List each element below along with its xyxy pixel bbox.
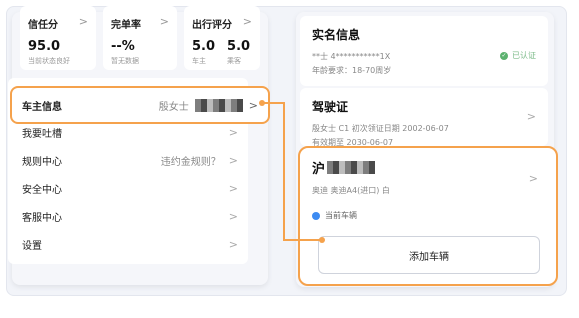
chevron-right-icon: > xyxy=(228,125,238,139)
chevron-right-icon: > xyxy=(528,172,538,185)
menu-item-customer-service[interactable]: 客服中心 > xyxy=(8,202,248,230)
trust-score-sub: 当前状态良好 xyxy=(28,57,70,65)
current-vehicle-tag: 当前车辆 xyxy=(312,210,544,221)
chevron-right-icon: > xyxy=(248,98,258,112)
passenger-rating-value: 5.0 xyxy=(227,39,251,54)
menu-item-safety[interactable]: 安全中心 > xyxy=(8,174,248,202)
redacted-name-block xyxy=(194,98,243,112)
menu-item-label: 安全中心 xyxy=(22,184,62,196)
owner-rating-value: 5.0 xyxy=(192,39,216,54)
completion-rate-value: --% xyxy=(111,39,135,54)
menu-item-label: 我要吐槽 xyxy=(22,128,62,140)
check-circle-icon: ✓ xyxy=(500,51,508,60)
owner-info-row[interactable]: 车主信息 殷女士 > xyxy=(10,86,270,124)
chevron-right-icon: > xyxy=(526,110,536,123)
vehicle-card[interactable]: 沪 > 奥迪 奥迪A4(进口) 白 当前车辆 添加车辆 xyxy=(298,146,558,286)
chevron-right-icon: > xyxy=(228,181,238,195)
completion-rate-sub: 暂无数据 xyxy=(111,57,139,65)
current-dot-icon xyxy=(312,211,320,220)
identity-card[interactable]: 实名信息 **士 4***********1X 年龄要求：18-70周岁 ✓ 已… xyxy=(300,16,548,86)
license-line1: 殷女士 C1 初次领证日期 2002-06-07 xyxy=(312,124,449,133)
menu-item-label: 规则中心 xyxy=(22,156,62,168)
chevron-right-icon: > xyxy=(228,209,238,223)
driver-license-card[interactable]: 驾驶证 殷女士 C1 初次领证日期 2002-06-07 有效期至 2030-0… xyxy=(300,88,548,147)
vehicle-model: 奥迪 奥迪A4(进口) 白 xyxy=(312,186,390,195)
trip-rating-values: 5.0 车主 5.0 乘客 xyxy=(192,31,252,66)
add-vehicle-button[interactable]: 添加车辆 xyxy=(318,236,540,274)
menu-item-rules[interactable]: 规则中心 违约金规则？ > xyxy=(8,146,248,174)
trip-rating-card[interactable]: 出行评分 > 5.0 车主 5.0 乘客 xyxy=(184,6,260,70)
chevron-right-icon: > xyxy=(78,15,88,28)
verified-badge: ✓ 已认证 xyxy=(500,50,536,61)
current-vehicle-label: 当前车辆 xyxy=(325,211,357,220)
plate-prefix: 沪 xyxy=(312,162,326,177)
chevron-right-icon: > xyxy=(242,15,252,28)
license-title: 驾驶证 xyxy=(312,100,349,114)
identity-title: 实名信息 xyxy=(312,28,361,42)
penalty-rules-link[interactable]: 违约金规则？ xyxy=(161,153,221,168)
chevron-right-icon: > xyxy=(159,15,169,28)
verified-label: 已认证 xyxy=(512,51,536,60)
redacted-plate-block xyxy=(327,161,376,174)
plate-number: 沪 xyxy=(312,158,544,177)
owner-name: 殷女士 xyxy=(158,101,189,113)
menu-item-settings[interactable]: 设置 > xyxy=(8,230,248,258)
passenger-rating-label: 乘客 xyxy=(227,57,242,65)
completion-rate-card[interactable]: 完单率 > --% 暂无数据 xyxy=(103,6,177,70)
identity-age-line: 年龄要求：18-70周岁 xyxy=(312,66,392,75)
menu-item-label: 客服中心 xyxy=(22,212,62,224)
menu-item-label: 设置 xyxy=(22,240,42,252)
owner-info-label: 车主信息 xyxy=(22,101,62,113)
trust-score-value: 95.0 xyxy=(28,39,61,54)
trust-score-card[interactable]: 信任分 > 95.0 当前状态良好 xyxy=(20,6,96,70)
owner-rating-label: 车主 xyxy=(192,57,206,65)
chevron-right-icon: > xyxy=(228,153,238,167)
chevron-right-icon: > xyxy=(228,237,238,251)
